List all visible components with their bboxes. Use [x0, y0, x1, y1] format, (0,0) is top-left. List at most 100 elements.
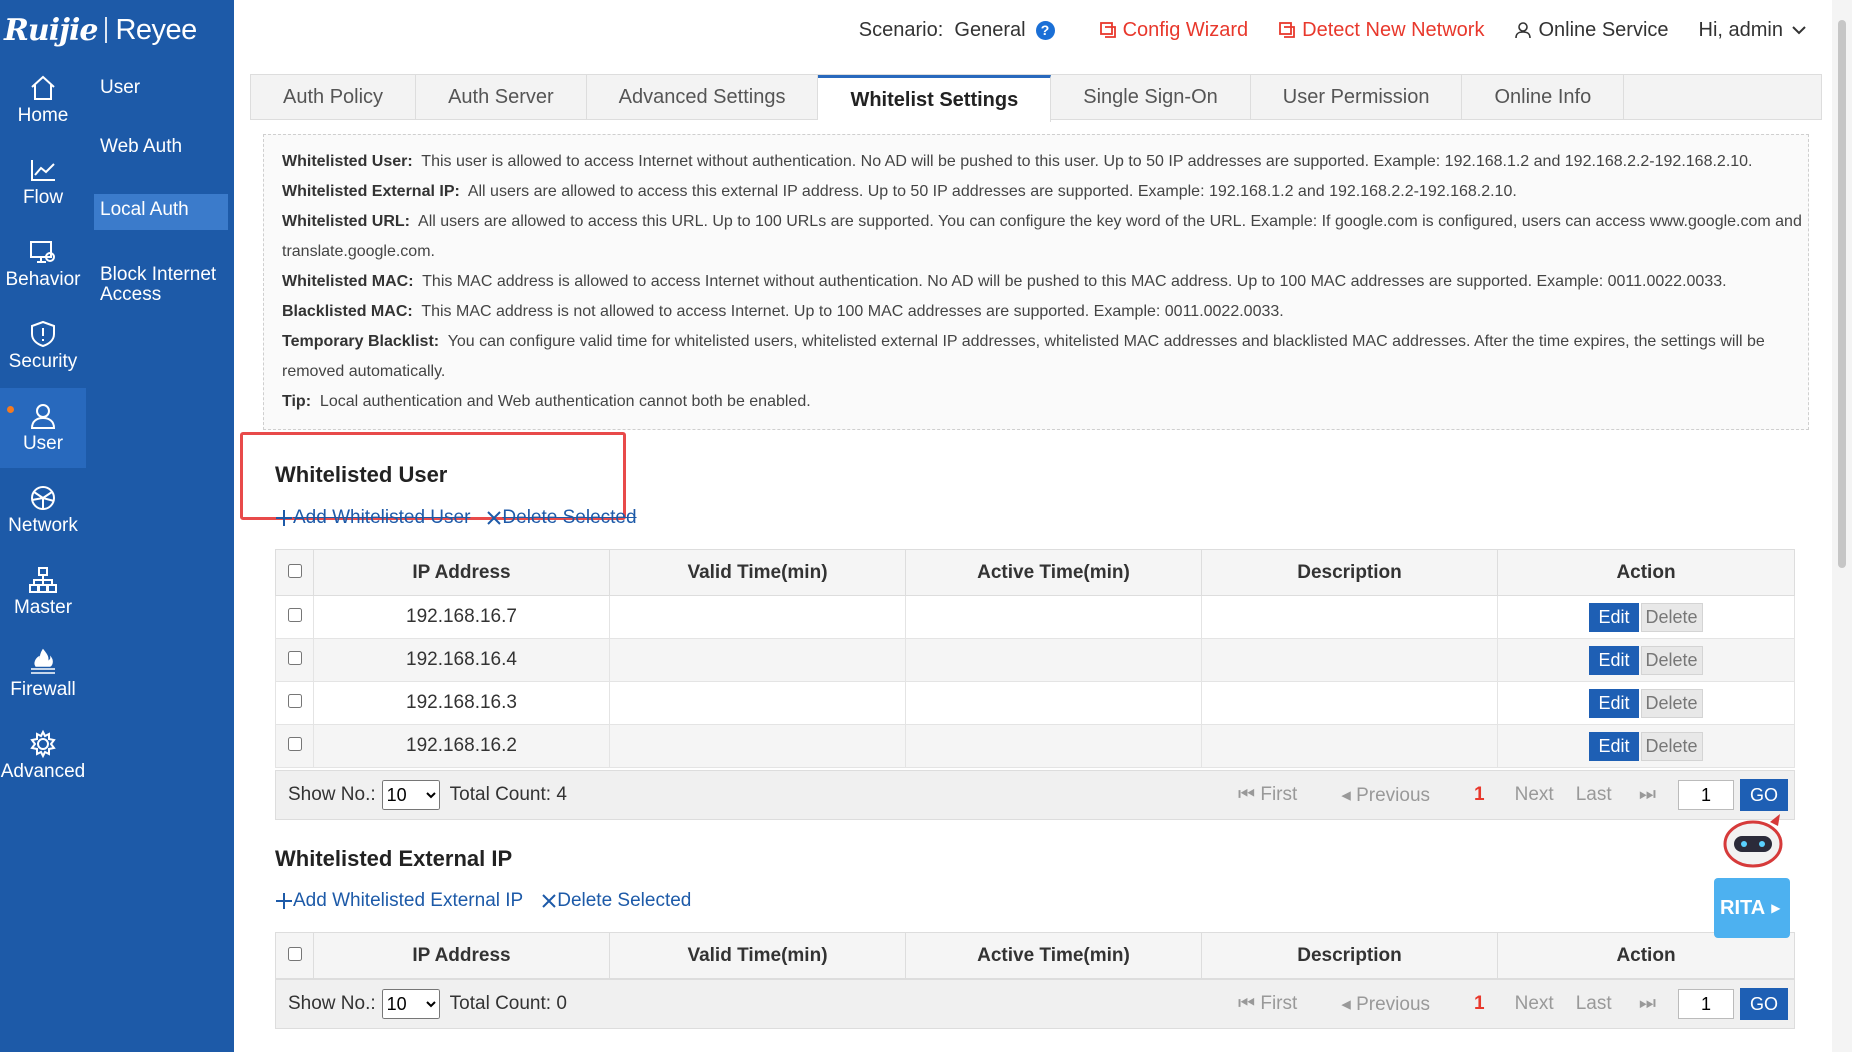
- delete-selected-external-ip-button[interactable]: Delete Selected: [541, 890, 691, 912]
- next-page-button[interactable]: Next: [1515, 993, 1554, 1015]
- page-jump-input[interactable]: [1678, 780, 1734, 810]
- previous-page-button[interactable]: ◂ Previous: [1341, 784, 1452, 807]
- go-button[interactable]: GO: [1740, 779, 1788, 811]
- online-service-label: Online Service: [1538, 18, 1669, 41]
- submenu-item-user[interactable]: User: [94, 72, 228, 104]
- total-count: Total Count: 0: [450, 993, 567, 1015]
- next-page-button[interactable]: Next: [1515, 784, 1554, 806]
- nav-flow[interactable]: Flow: [0, 142, 86, 222]
- row-select-cell: [275, 724, 314, 768]
- rita-assistant-widget[interactable]: RITA ▶: [1712, 812, 1794, 942]
- delete-button[interactable]: Delete: [1640, 645, 1703, 675]
- close-icon: [542, 894, 556, 908]
- table-row: 192.168.16.7 Edit Delete: [275, 595, 1795, 639]
- submenu-item-local-auth[interactable]: Local Auth: [94, 194, 228, 230]
- submenu-item-web-auth[interactable]: Web Auth: [94, 131, 228, 163]
- col-valid-time: Valid Time(min): [609, 549, 906, 596]
- detect-new-network-link[interactable]: Detect New Network: [1278, 19, 1484, 42]
- table-header-row: IP Address Valid Time(min) Active Time(m…: [275, 932, 1795, 979]
- user-account-menu[interactable]: Hi, admin: [1699, 19, 1806, 42]
- delete-button[interactable]: Delete: [1640, 731, 1703, 761]
- previous-page-button[interactable]: ◂ Previous: [1341, 993, 1452, 1016]
- select-all-checkbox[interactable]: [287, 946, 302, 961]
- row-checkbox[interactable]: [287, 694, 302, 708]
- note-whitelisted-mac: Whitelisted MAC: This MAC address is all…: [282, 267, 1808, 297]
- last-page-button[interactable]: Last ⏭: [1576, 993, 1656, 1015]
- note-whitelisted-external-ip: Whitelisted External IP: All users are a…: [282, 177, 1808, 207]
- tab-online-info[interactable]: Online Info: [1462, 75, 1625, 119]
- current-page-number[interactable]: 1: [1474, 993, 1485, 1015]
- edit-button[interactable]: Edit: [1589, 645, 1639, 675]
- delete-selected-users-button[interactable]: Delete Selected: [486, 507, 637, 529]
- edit-button[interactable]: Edit: [1589, 688, 1639, 718]
- help-icon[interactable]: ?: [1035, 20, 1055, 40]
- submenu-item-block-internet-access[interactable]: Block Internet Access: [94, 259, 228, 311]
- col-ip-address: IP Address: [313, 549, 610, 596]
- edit-button[interactable]: Edit: [1589, 602, 1639, 632]
- nav-security[interactable]: Security: [0, 306, 86, 386]
- whitelisted-user-table: IP Address Valid Time(min) Active Time(m…: [275, 549, 1795, 768]
- page-size-select[interactable]: 10: [381, 780, 440, 810]
- nav-firewall-label: Firewall: [10, 679, 76, 700]
- current-page-number[interactable]: 1: [1474, 784, 1485, 806]
- online-service-link[interactable]: Online Service: [1514, 18, 1669, 42]
- whitelisted-external-ip-actions: Add Whitelisted External IP Delete Selec…: [275, 890, 691, 912]
- main-nav-rail: Home Flow Behavior Security User Network…: [0, 0, 86, 1052]
- tab-auth-server[interactable]: Auth Server: [416, 75, 587, 119]
- note-tip: Tip: Local authentication and Web authen…: [282, 387, 1808, 417]
- config-wizard-label: Config Wizard: [1122, 18, 1249, 41]
- scrollbar-thumb[interactable]: [1838, 20, 1846, 568]
- row-checkbox[interactable]: [287, 651, 302, 665]
- go-button[interactable]: GO: [1740, 988, 1788, 1020]
- rita-label: RITA: [1720, 896, 1766, 919]
- edit-button[interactable]: Edit: [1589, 731, 1639, 761]
- delete-button[interactable]: Delete: [1640, 602, 1703, 632]
- tab-whitelist-settings[interactable]: Whitelist Settings: [818, 75, 1052, 122]
- page-jump-input[interactable]: [1678, 989, 1734, 1019]
- cell-ip: 192.168.16.2: [313, 724, 610, 768]
- note-temporary-blacklist: Temporary Blacklist: You can configure v…: [282, 327, 1808, 387]
- cell-description: [1201, 681, 1498, 725]
- nav-user[interactable]: User: [0, 388, 86, 468]
- note-text: This user is allowed to access Internet …: [421, 153, 1753, 170]
- vertical-scrollbar[interactable]: [1832, 0, 1852, 1052]
- config-wizard-link[interactable]: Config Wizard: [1099, 18, 1249, 42]
- add-whitelisted-user-button[interactable]: Add Whitelisted User: [275, 507, 470, 529]
- nav-master[interactable]: Master: [0, 552, 86, 632]
- tab-single-sign-on[interactable]: Single Sign-On: [1051, 75, 1251, 119]
- nav-home[interactable]: Home: [0, 60, 86, 140]
- rita-badge[interactable]: RITA ▶: [1714, 878, 1790, 938]
- tab-user-permission[interactable]: User Permission: [1251, 75, 1463, 119]
- select-all-checkbox[interactable]: [287, 563, 302, 578]
- nav-user-indicator-dot: [7, 406, 14, 413]
- delete-button[interactable]: Delete: [1640, 688, 1703, 718]
- nav-firewall[interactable]: Firewall: [0, 634, 86, 714]
- brand-logo[interactable]: Ruijie Reyee: [0, 0, 234, 60]
- note-text: Local authentication and Web authenticat…: [319, 393, 811, 410]
- sub-menu: User Web Auth Local Auth Block Internet …: [86, 60, 234, 1052]
- row-checkbox[interactable]: [287, 737, 302, 751]
- first-label: First: [1260, 784, 1298, 805]
- first-page-button[interactable]: ⏮ First: [1238, 784, 1319, 806]
- cell-ip: 192.168.16.4: [313, 638, 610, 682]
- tab-advanced-settings[interactable]: Advanced Settings: [587, 75, 819, 119]
- note-text: All users are allowed to access this URL…: [282, 213, 1802, 260]
- nav-network[interactable]: Network: [0, 470, 86, 550]
- cell-description: [1201, 595, 1498, 639]
- nav-flow-label: Flow: [22, 187, 64, 208]
- note-whitelisted-user: Whitelisted User: This user is allowed t…: [282, 147, 1808, 177]
- col-description: Description: [1201, 549, 1498, 596]
- last-page-button[interactable]: Last ⏭: [1576, 784, 1656, 806]
- nav-behavior[interactable]: Behavior: [0, 224, 86, 304]
- nav-security-label: Security: [8, 351, 78, 372]
- close-icon: [487, 511, 502, 525]
- show-no-label: Show No.:: [288, 784, 376, 805]
- first-page-button[interactable]: ⏮ First: [1238, 993, 1319, 1015]
- cell-valid-time: [609, 724, 906, 768]
- add-whitelisted-external-ip-button[interactable]: Add Whitelisted External IP: [275, 890, 523, 912]
- page-size-select[interactable]: 10: [381, 989, 440, 1019]
- tab-auth-policy[interactable]: Auth Policy: [251, 75, 417, 119]
- col-description: Description: [1201, 932, 1498, 979]
- row-checkbox[interactable]: [287, 608, 302, 622]
- nav-advanced[interactable]: Advanced: [0, 716, 86, 796]
